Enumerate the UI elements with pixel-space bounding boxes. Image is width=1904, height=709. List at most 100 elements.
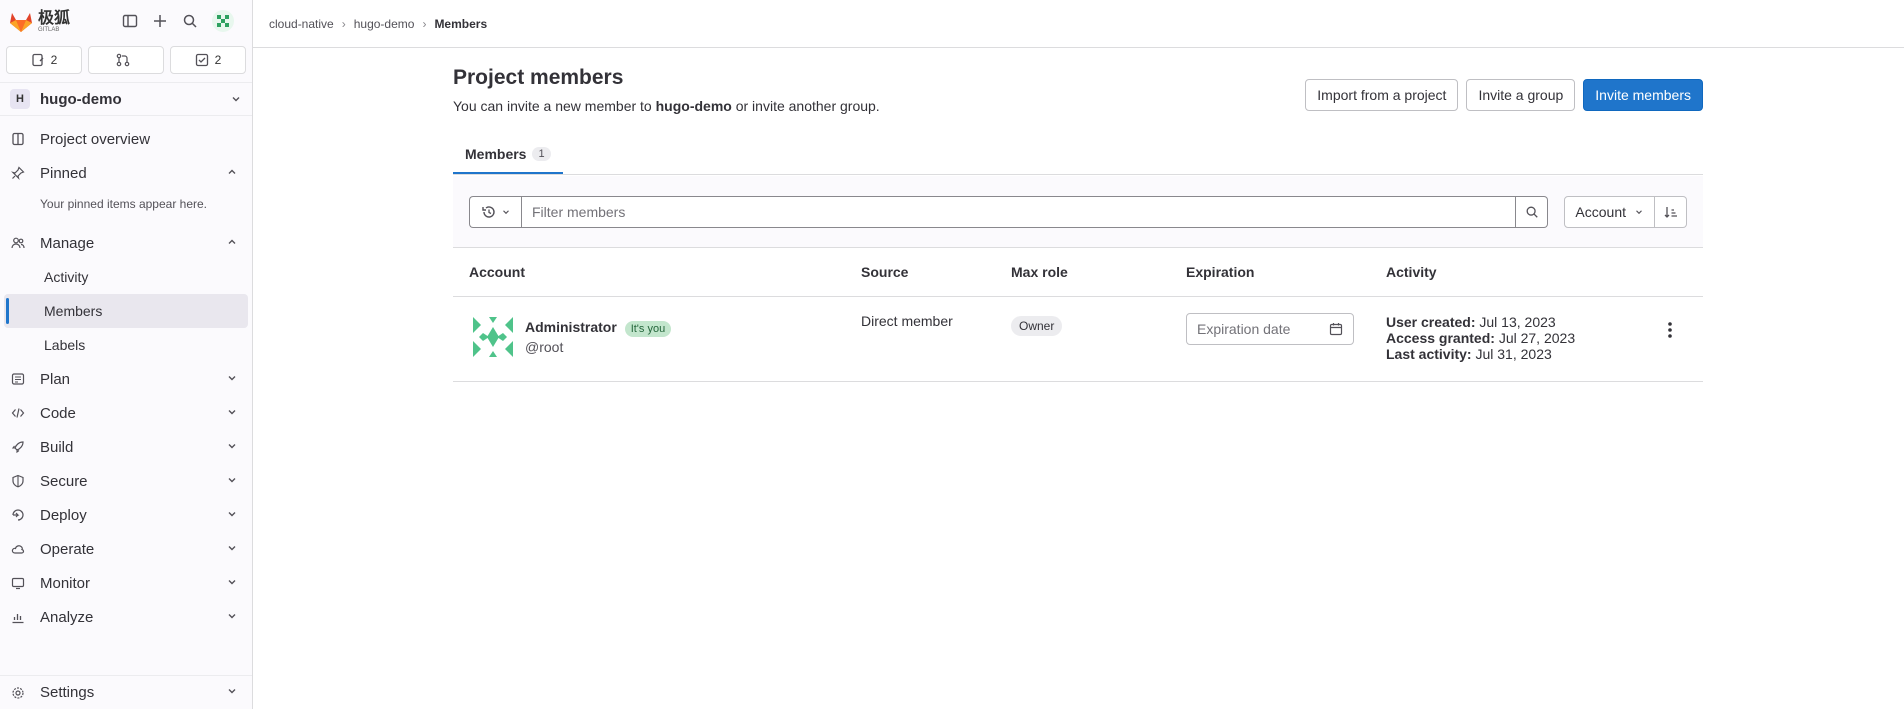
nav-pinned[interactable]: Pinned bbox=[0, 156, 252, 190]
nav-operate[interactable]: Operate bbox=[0, 532, 252, 566]
sidebar-top-bar: 极狐 GITLAB bbox=[0, 0, 252, 42]
filter-bar: Filter members Account bbox=[453, 176, 1703, 248]
member-username: @root bbox=[525, 339, 564, 355]
chevron-up-icon bbox=[226, 165, 238, 182]
nav-settings-label: Settings bbox=[40, 684, 95, 701]
chart-icon bbox=[10, 610, 26, 624]
gitlab-logo[interactable]: 极狐 GITLAB bbox=[8, 9, 70, 33]
counter-group: 2 2 bbox=[0, 42, 252, 74]
pinned-note: Your pinned items appear here. bbox=[40, 197, 208, 211]
plus-icon[interactable] bbox=[152, 13, 168, 29]
project-avatar: H bbox=[10, 89, 30, 109]
access-granted-value: Jul 27, 2023 bbox=[1498, 330, 1576, 346]
nav-manage-label: Manage bbox=[40, 234, 95, 252]
search-icon bbox=[1526, 206, 1538, 218]
sidebar-item-labels[interactable]: Labels bbox=[4, 328, 248, 362]
nav-deploy-label: Deploy bbox=[40, 506, 87, 524]
chevron-down-icon bbox=[226, 609, 238, 626]
nav-analyze[interactable]: Analyze bbox=[0, 600, 252, 634]
avatar[interactable] bbox=[469, 313, 517, 361]
project-switcher[interactable]: H hugo-demo bbox=[0, 82, 252, 116]
nav-project-overview[interactable]: Project overview bbox=[0, 122, 252, 156]
chevron-down-icon bbox=[226, 541, 238, 558]
nav-secure[interactable]: Secure bbox=[0, 464, 252, 498]
last-activity-label: Last activity: bbox=[1386, 346, 1472, 362]
invite-members-button[interactable]: Invite members bbox=[1583, 79, 1703, 111]
todos-count: 2 bbox=[214, 53, 222, 67]
import-from-project-button[interactable]: Import from a project bbox=[1305, 79, 1459, 111]
subtitle-project: hugo-demo bbox=[655, 98, 732, 114]
project-icon bbox=[10, 132, 26, 146]
tab-members[interactable]: Members 1 bbox=[453, 136, 563, 174]
column-expiration: Expiration bbox=[1186, 264, 1255, 280]
history-icon bbox=[481, 205, 495, 218]
nav-plan[interactable]: Plan bbox=[0, 362, 252, 396]
fox-logo-icon bbox=[10, 13, 32, 32]
filter-members-input[interactable]: Filter members bbox=[521, 195, 1517, 228]
nav-deploy[interactable]: Deploy bbox=[0, 498, 252, 532]
shield-icon bbox=[10, 474, 26, 488]
issues-count: 2 bbox=[50, 53, 58, 67]
nav-monitor[interactable]: Monitor bbox=[0, 566, 252, 600]
role-badge: Owner bbox=[1011, 316, 1063, 336]
chevron-down-icon bbox=[1636, 209, 1642, 214]
search-button[interactable] bbox=[1516, 195, 1549, 228]
issues-counter[interactable]: 2 bbox=[6, 46, 82, 74]
tab-members-count: 1 bbox=[532, 147, 551, 161]
breadcrumb: cloud-native › hugo-demo › Members bbox=[253, 0, 1904, 48]
table-header: Account Source Max role Expiration Activ… bbox=[453, 248, 1703, 297]
sort-direction-button[interactable] bbox=[1655, 195, 1687, 228]
nav-manage[interactable]: Manage bbox=[0, 226, 252, 260]
logo-subtext: GITLAB bbox=[38, 26, 60, 33]
tabs: Members 1 bbox=[453, 136, 1703, 175]
todos-counter[interactable]: 2 bbox=[170, 46, 246, 74]
breadcrumb-item-project[interactable]: hugo-demo bbox=[354, 17, 415, 31]
sort-dropdown-label: Account bbox=[1575, 203, 1626, 220]
activity-last-activity: Last activity: Jul 31, 2023 bbox=[1386, 346, 1703, 362]
nav-secure-label: Secure bbox=[40, 472, 88, 490]
column-source: Source bbox=[861, 264, 909, 280]
members-table: Account Source Max role Expiration Activ… bbox=[453, 248, 1703, 382]
breadcrumb-current[interactable]: Members bbox=[434, 17, 487, 31]
subtitle-prefix: You can invite a new member to bbox=[453, 98, 656, 114]
column-activity: Activity bbox=[1386, 264, 1437, 280]
logo-text: 极狐 bbox=[38, 9, 71, 27]
last-activity-value: Jul 31, 2023 bbox=[1475, 346, 1552, 362]
chevron-down-icon bbox=[226, 439, 238, 456]
chevron-down-icon bbox=[226, 371, 238, 388]
nav-operate-label: Operate bbox=[40, 540, 95, 558]
sidebar-item-members[interactable]: Members bbox=[4, 294, 248, 328]
chevron-up-icon bbox=[226, 235, 238, 252]
chevron-down-icon bbox=[226, 507, 238, 524]
activity-user-created: User created: Jul 13, 2023 bbox=[1386, 314, 1703, 330]
sort-dropdown[interactable]: Account bbox=[1564, 195, 1655, 228]
invite-group-button[interactable]: Invite a group bbox=[1466, 79, 1576, 111]
main-content: cloud-native › hugo-demo › Members Proje… bbox=[253, 0, 1904, 709]
todo-icon bbox=[195, 53, 208, 67]
member-name[interactable]: Administrator bbox=[525, 319, 617, 335]
member-source: Direct member bbox=[861, 313, 953, 329]
search-icon[interactable] bbox=[182, 13, 198, 29]
expiration-date-input[interactable]: Expiration date bbox=[1186, 313, 1354, 345]
merge-requests-counter[interactable] bbox=[88, 46, 164, 74]
more-actions-icon[interactable] bbox=[1667, 321, 1673, 342]
nav-build-label: Build bbox=[40, 438, 74, 456]
nav-code[interactable]: Code bbox=[0, 396, 252, 430]
nav-build[interactable]: Build bbox=[0, 430, 252, 464]
breadcrumb-separator: › bbox=[341, 16, 346, 31]
breadcrumb-item-group[interactable]: cloud-native bbox=[269, 17, 334, 31]
code-icon bbox=[10, 406, 26, 420]
sidebar-toggle-icon[interactable] bbox=[122, 13, 138, 29]
nav-pinned-label: Pinned bbox=[40, 164, 87, 182]
chevron-down-icon bbox=[226, 405, 238, 422]
chevron-down-icon bbox=[226, 684, 238, 701]
user-avatar[interactable] bbox=[212, 10, 235, 32]
sort-ascending-icon bbox=[1664, 206, 1677, 218]
sidebar-item-activity[interactable]: Activity bbox=[4, 260, 248, 294]
its-you-badge: It's you bbox=[624, 321, 672, 337]
page-subtitle: You can invite a new member to hugo-demo… bbox=[453, 98, 880, 114]
recent-searches-button[interactable] bbox=[469, 195, 521, 228]
user-created-value: Jul 13, 2023 bbox=[1479, 314, 1556, 330]
nav-settings[interactable]: Settings bbox=[0, 675, 252, 709]
user-created-label: User created: bbox=[1386, 314, 1476, 330]
